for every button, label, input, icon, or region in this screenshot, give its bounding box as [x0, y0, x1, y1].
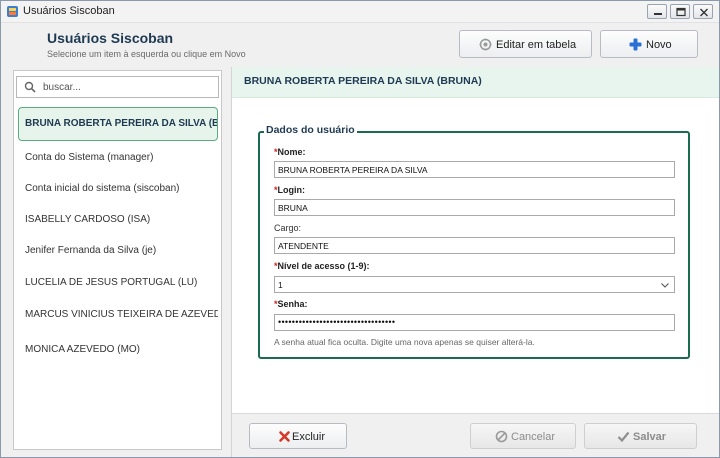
- save-button[interactable]: Salvar: [584, 423, 697, 449]
- list-item-label: LUCELIA DE JESUS PORTUGAL (LU): [25, 277, 198, 288]
- plus-icon: [629, 38, 642, 51]
- user-data-group: Dados do usuário *Nome: *Login: Cargo: *…: [258, 124, 690, 359]
- login-label: *Login:: [274, 185, 306, 195]
- title-bar: Usuários Siscoban: [1, 1, 719, 23]
- search-icon: [24, 81, 36, 93]
- action-bar: Excluir Cancelar Salvar: [232, 413, 719, 457]
- list-item-selected[interactable]: BRUNA ROBERTA PEREIRA DA SILVA (BRUNA): [18, 107, 218, 141]
- search-input[interactable]: [43, 79, 213, 95]
- senha-field[interactable]: ••••••••••••••••••••••••••••••••••: [274, 314, 675, 331]
- selected-user-name: BRUNA ROBERTA PEREIRA DA SILVA (BRUNA): [244, 75, 482, 87]
- list-item-label: Jenifer Fernanda da Silva (je): [25, 245, 157, 256]
- list-item[interactable]: LUCELIA DE JESUS PORTUGAL (LU): [18, 266, 218, 300]
- minimize-button[interactable]: [647, 4, 667, 19]
- delete-label: Excluir: [292, 431, 326, 443]
- list-item[interactable]: MONICA AZEVEDO (MO): [18, 333, 218, 367]
- search-box: [16, 76, 219, 98]
- nivel-value: 1: [278, 280, 283, 290]
- chevron-down-icon: [660, 280, 670, 290]
- edit-table-label: Editar em tabela: [496, 39, 577, 51]
- save-label: Salvar: [633, 431, 667, 443]
- detail-panel: BRUNA ROBERTA PEREIRA DA SILVA (BRUNA) D…: [232, 67, 719, 413]
- cargo-label: Cargo:: [274, 223, 302, 233]
- list-item-label: BRUNA ROBERTA PEREIRA DA SILVA (BRUNA): [25, 118, 217, 129]
- login-field[interactable]: [274, 199, 675, 216]
- app-icon: [6, 5, 19, 18]
- delete-button[interactable]: Excluir: [249, 423, 347, 449]
- list-item[interactable]: Conta inicial do sistema (siscoban): [18, 172, 218, 206]
- list-item[interactable]: Jenifer Fernanda da Silva (je): [18, 234, 218, 268]
- app-window: Usuários Siscoban Usuários Siscoban Sele…: [0, 0, 720, 458]
- senha-masked-value: ••••••••••••••••••••••••••••••••••: [278, 317, 396, 327]
- page-title: Usuários Siscoban: [47, 30, 174, 46]
- checkmark-icon: [617, 430, 630, 443]
- section-title: Dados do usuário: [264, 124, 357, 136]
- cancel-icon: [495, 430, 508, 443]
- list-item[interactable]: Conta do Sistema (manager): [18, 141, 218, 175]
- list-item-label: MARCUS VINICIUS TEIXEIRA DE AZEVEDO: [25, 309, 218, 320]
- list-item[interactable]: ISABELLY CARDOSO (ISA): [18, 203, 218, 237]
- list-item-label: Conta do Sistema (manager): [25, 152, 154, 163]
- delete-x-icon: [278, 430, 291, 443]
- maximize-button[interactable]: [670, 4, 690, 19]
- password-hint: A senha atual fica oculta. Digite uma no…: [274, 337, 535, 347]
- edit-table-button[interactable]: Editar em tabela: [459, 30, 592, 58]
- table-gear-icon: [479, 38, 492, 51]
- close-button[interactable]: [693, 4, 713, 19]
- user-list-panel: BRUNA ROBERTA PEREIRA DA SILVA (BRUNA) C…: [13, 70, 222, 450]
- list-item-label: ISABELLY CARDOSO (ISA): [25, 214, 151, 225]
- new-label: Novo: [646, 39, 672, 51]
- list-item-label: MONICA AZEVEDO (MO): [25, 344, 141, 355]
- list-item[interactable]: MARCUS VINICIUS TEIXEIRA DE AZEVEDO: [18, 298, 218, 332]
- nome-label: *Nome:: [274, 147, 306, 157]
- senha-label: *Senha:: [274, 299, 308, 309]
- cargo-field[interactable]: [274, 237, 675, 254]
- cancel-button[interactable]: Cancelar: [470, 423, 576, 449]
- list-item-label: Conta inicial do sistema (siscoban): [25, 183, 180, 194]
- selected-user-banner: BRUNA ROBERTA PEREIRA DA SILVA (BRUNA): [232, 67, 719, 98]
- page-subtitle: Selecione um item à esquerda ou clique e…: [47, 49, 246, 59]
- window-title: Usuários Siscoban: [23, 5, 115, 17]
- cancel-label: Cancelar: [511, 431, 556, 443]
- nivel-label: *Nível de acesso (1-9):: [274, 261, 370, 271]
- nome-field[interactable]: [274, 161, 675, 178]
- nivel-select[interactable]: 1: [274, 276, 675, 293]
- page-header: Usuários Siscoban Selecione um item à es…: [1, 23, 719, 67]
- new-button[interactable]: Novo: [600, 30, 698, 58]
